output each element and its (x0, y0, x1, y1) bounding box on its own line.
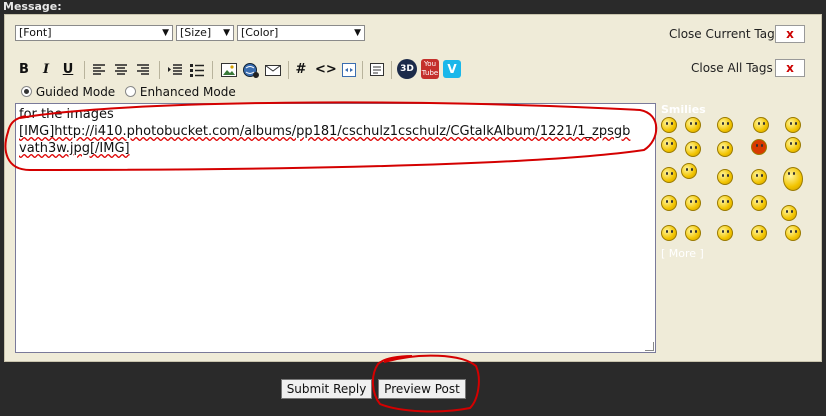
editor-panel: [Font] ▼ [Size] ▼ [Color] ▼ Close Curren… (4, 14, 822, 362)
enhanced-mode-radio[interactable] (125, 86, 137, 97)
message-textarea[interactable]: for the images [IMG]http://i410.photobuc… (15, 103, 656, 353)
guided-mode-label: Guided Mode (35, 85, 116, 99)
youtube-label-top: You (423, 60, 437, 68)
color-select-value: [Color] (241, 26, 279, 39)
smiley-icon[interactable] (681, 163, 697, 179)
smiley-icon[interactable] (785, 117, 801, 133)
smiley-icon[interactable] (751, 169, 767, 185)
indent-button[interactable] (167, 61, 183, 79)
smiley-icon[interactable] (783, 167, 803, 191)
image-icon (221, 63, 237, 77)
toolbar-divider (84, 61, 85, 79)
size-select-value: [Size] (180, 26, 212, 39)
chevron-down-icon: ▼ (162, 28, 169, 38)
message-line: vath3w.jpg[/IMG] (19, 141, 130, 156)
bullet-list-button[interactable] (189, 61, 205, 79)
submit-reply-button[interactable]: Submit Reply (281, 379, 372, 399)
message-label: Message: (3, 0, 62, 13)
smiley-icon[interactable] (717, 225, 733, 241)
3d-embed-button[interactable]: 3D (397, 59, 417, 79)
toolbar-divider (288, 61, 289, 79)
smiley-icon[interactable] (781, 205, 797, 221)
font-select-value: [Font] (19, 26, 52, 39)
smiley-icon[interactable] (661, 167, 677, 183)
smiley-icon[interactable] (717, 141, 733, 157)
code-button[interactable]: <> (315, 61, 337, 79)
align-center-icon (115, 64, 127, 75)
toolbar-divider (362, 61, 363, 79)
smiley-icon[interactable] (717, 195, 733, 211)
italic-button[interactable]: I (39, 61, 53, 79)
resize-grip[interactable] (645, 342, 654, 351)
quote-button[interactable] (368, 61, 386, 79)
enhanced-mode-label: Enhanced Mode (139, 85, 236, 99)
preview-post-button[interactable]: Preview Post (378, 379, 466, 399)
color-select[interactable]: [Color] ▼ (237, 25, 365, 41)
smiley-icon[interactable] (785, 225, 801, 241)
toolbar-divider (391, 61, 392, 79)
close-all-tags-button[interactable]: x (775, 59, 805, 77)
smiley-icon[interactable] (751, 225, 767, 241)
underline-button[interactable]: U (61, 61, 75, 79)
insert-email-button[interactable] (264, 61, 282, 79)
smiley-icon[interactable] (717, 169, 733, 185)
smiley-icon[interactable] (751, 195, 767, 211)
chevron-down-icon: ▼ (354, 28, 361, 38)
message-line: [IMG]http://i410.photobucket.com/albums/… (19, 124, 631, 139)
align-left-button[interactable] (91, 61, 107, 79)
smiley-icon[interactable] (685, 195, 701, 211)
chevron-down-icon: ▼ (223, 28, 230, 38)
insert-link-button[interactable] (242, 61, 260, 79)
smiley-icon[interactable] (785, 137, 801, 153)
align-center-button[interactable] (113, 61, 129, 79)
mode-selector: Guided Mode Enhanced Mode (21, 85, 236, 99)
align-right-icon (137, 64, 149, 75)
smiley-icon[interactable] (685, 117, 701, 133)
toolbar-divider (159, 61, 160, 79)
youtube-label-bottom: Tube (421, 69, 439, 77)
guided-mode-radio[interactable] (21, 86, 32, 97)
smiley-icon[interactable] (685, 225, 701, 241)
close-all-tags-label: Close All Tags (691, 61, 773, 75)
smiley-icon[interactable] (661, 117, 677, 133)
bold-button[interactable]: B (17, 61, 31, 79)
size-select[interactable]: [Size] ▼ (176, 25, 234, 41)
close-current-tag-button[interactable]: x (775, 25, 805, 43)
font-select[interactable]: [Font] ▼ (15, 25, 173, 41)
smilies-title: Smilies (661, 103, 706, 116)
smiley-icon[interactable] (751, 139, 767, 155)
document-code-icon (342, 63, 356, 77)
align-right-button[interactable] (135, 61, 151, 79)
close-current-tag-label: Close Current Tag (669, 27, 775, 41)
smiley-icon[interactable] (717, 117, 733, 133)
smiley-icon[interactable] (753, 117, 769, 133)
indent-icon (168, 64, 182, 75)
smiley-icon[interactable] (661, 195, 677, 211)
smiley-icon[interactable] (685, 141, 701, 157)
quote-icon (370, 63, 384, 76)
email-icon (265, 65, 281, 76)
smiley-icon[interactable] (661, 225, 677, 241)
html-button[interactable] (340, 61, 358, 79)
more-smilies-link[interactable]: [ More ] (661, 247, 704, 260)
smiley-icon[interactable] (661, 137, 677, 153)
align-left-icon (93, 64, 105, 75)
insert-image-button[interactable] (220, 61, 238, 79)
youtube-button[interactable]: You Tube (421, 59, 439, 79)
bullet-list-icon (190, 64, 204, 77)
message-line: for the images (19, 107, 114, 122)
toolbar-divider (212, 61, 213, 79)
vimeo-button[interactable]: V (443, 60, 461, 78)
hash-button[interactable]: # (295, 61, 307, 79)
globe-link-icon (243, 63, 259, 78)
